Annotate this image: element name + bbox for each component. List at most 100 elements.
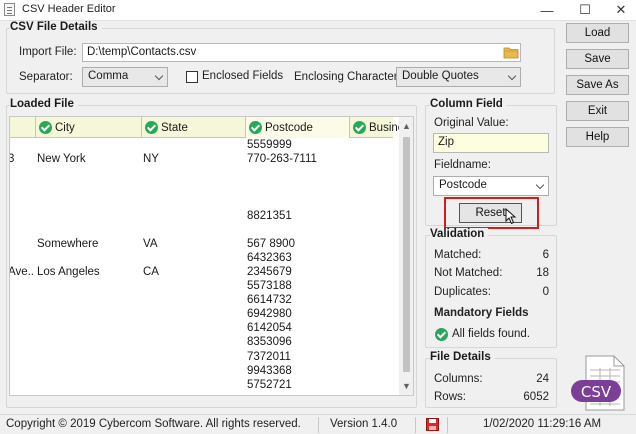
cell-previous-column[interactable]: [10, 378, 34, 392]
cell-postcode[interactable]: 9943368: [247, 364, 349, 378]
cell-previous-column[interactable]: [10, 293, 34, 307]
table-row[interactable]: 6942980: [10, 307, 393, 321]
cell-previous-column[interactable]: [10, 138, 34, 152]
cell-postcode[interactable]: 6142054: [247, 321, 349, 335]
cell-state[interactable]: CA: [143, 265, 245, 279]
scrollbar-thumb[interactable]: [403, 137, 410, 372]
cell-postcode[interactable]: [247, 166, 349, 180]
cell-city[interactable]: [37, 138, 141, 152]
cell-postcode[interactable]: [247, 223, 349, 237]
cell-postcode[interactable]: 6942980: [247, 307, 349, 321]
cell-city[interactable]: [37, 321, 141, 335]
separator-select[interactable]: Comma: [82, 67, 168, 87]
cell-state[interactable]: [143, 166, 245, 180]
cell-city[interactable]: [37, 350, 141, 364]
cell-city[interactable]: Somewhere: [37, 237, 141, 251]
maximize-button[interactable]: ☐: [568, 0, 602, 20]
column-header-postcode[interactable]: Postcode: [246, 117, 350, 138]
exit-button[interactable]: Exit: [566, 101, 629, 121]
cell-previous-column[interactable]: [10, 194, 34, 208]
table-row[interactable]: 7372011: [10, 350, 393, 364]
table-row[interactable]: 5559999: [10, 138, 393, 152]
cell-state[interactable]: [143, 180, 245, 194]
table-row[interactable]: 6432363: [10, 251, 393, 265]
save-button[interactable]: Save: [566, 49, 629, 69]
cell-state[interactable]: [143, 335, 245, 349]
cell-city[interactable]: [37, 378, 141, 392]
cell-state[interactable]: [143, 378, 245, 392]
table-row[interactable]: 8353096: [10, 335, 393, 349]
table-row[interactable]: 5752721: [10, 378, 393, 392]
cell-city[interactable]: [37, 209, 141, 223]
cell-city[interactable]: New York: [37, 152, 141, 166]
cell-previous-column[interactable]: [10, 166, 34, 180]
load-button[interactable]: Load: [566, 23, 629, 43]
close-button[interactable]: ✕: [604, 0, 636, 20]
table-row[interactable]: Ave...Los AngelesCA2345679: [10, 265, 393, 279]
cell-previous-column[interactable]: [10, 251, 34, 265]
cell-city[interactable]: [37, 307, 141, 321]
cell-city[interactable]: [37, 223, 141, 237]
cell-city[interactable]: [37, 251, 141, 265]
folder-icon[interactable]: [503, 45, 519, 59]
enclosing-character-select[interactable]: Double Quotes: [396, 67, 521, 87]
cell-previous-column[interactable]: [10, 321, 34, 335]
table-row[interactable]: 5573188: [10, 279, 393, 293]
cell-city[interactable]: [37, 279, 141, 293]
cell-state[interactable]: [143, 364, 245, 378]
cell-state[interactable]: [143, 223, 245, 237]
table-row[interactable]: 6614732: [10, 293, 393, 307]
column-header-state[interactable]: State: [142, 117, 246, 138]
cell-previous-column[interactable]: [10, 237, 34, 251]
import-file-input[interactable]: D:\temp\Contacts.csv: [82, 43, 521, 62]
cell-state[interactable]: [143, 350, 245, 364]
cell-previous-column[interactable]: [10, 223, 34, 237]
cell-state[interactable]: [143, 293, 245, 307]
cell-previous-column[interactable]: [10, 350, 34, 364]
column-header-city[interactable]: City: [36, 117, 142, 138]
save-as-button[interactable]: Save As: [566, 75, 629, 95]
cell-city[interactable]: [37, 293, 141, 307]
cell-state[interactable]: [143, 251, 245, 265]
cell-postcode[interactable]: 7372011: [247, 350, 349, 364]
cell-city[interactable]: [37, 335, 141, 349]
cell-state[interactable]: [143, 321, 245, 335]
table-row[interactable]: 6142054: [10, 321, 393, 335]
enclosed-fields-checkbox[interactable]: [186, 71, 198, 83]
cell-postcode[interactable]: [247, 180, 349, 194]
data-grid[interactable]: City State Postcode Busines 55599993New …: [9, 116, 414, 396]
cell-postcode[interactable]: 6614732: [247, 293, 349, 307]
cell-state[interactable]: VA: [143, 237, 245, 251]
cell-postcode[interactable]: 567 8900: [247, 237, 349, 251]
cell-state[interactable]: NY: [143, 152, 245, 166]
table-row[interactable]: 3New YorkNY770-263-7111: [10, 152, 393, 166]
cell-previous-column[interactable]: Ave...: [10, 265, 34, 279]
cell-city[interactable]: Los Angeles: [37, 265, 141, 279]
cell-postcode[interactable]: [247, 194, 349, 208]
cell-postcode[interactable]: 8353096: [247, 335, 349, 349]
cell-state[interactable]: [143, 307, 245, 321]
cell-previous-column[interactable]: [10, 364, 34, 378]
cell-postcode[interactable]: 6432363: [247, 251, 349, 265]
cell-previous-column[interactable]: [10, 209, 34, 223]
cell-postcode[interactable]: 770-263-7111: [247, 152, 349, 166]
cell-postcode[interactable]: 2345679: [247, 265, 349, 279]
cell-city[interactable]: [37, 194, 141, 208]
vertical-scrollbar[interactable]: ▲ ▼: [399, 117, 413, 395]
column-header[interactable]: [10, 117, 36, 138]
cell-postcode[interactable]: 8821351: [247, 209, 349, 223]
cell-city[interactable]: [37, 180, 141, 194]
cell-postcode[interactable]: 5559999: [247, 138, 349, 152]
table-row[interactable]: [10, 180, 393, 194]
cell-state[interactable]: [143, 138, 245, 152]
minimize-button[interactable]: —: [530, 0, 564, 20]
scroll-down-icon[interactable]: ▼: [399, 382, 413, 391]
table-row[interactable]: [10, 166, 393, 180]
cell-previous-column[interactable]: [10, 335, 34, 349]
table-row[interactable]: [10, 194, 393, 208]
cell-previous-column[interactable]: [10, 307, 34, 321]
fieldname-select[interactable]: Postcode: [433, 176, 549, 196]
cell-previous-column[interactable]: [10, 180, 34, 194]
table-row[interactable]: Somewhere VA 567 8900: [10, 237, 393, 251]
cell-city[interactable]: [37, 364, 141, 378]
